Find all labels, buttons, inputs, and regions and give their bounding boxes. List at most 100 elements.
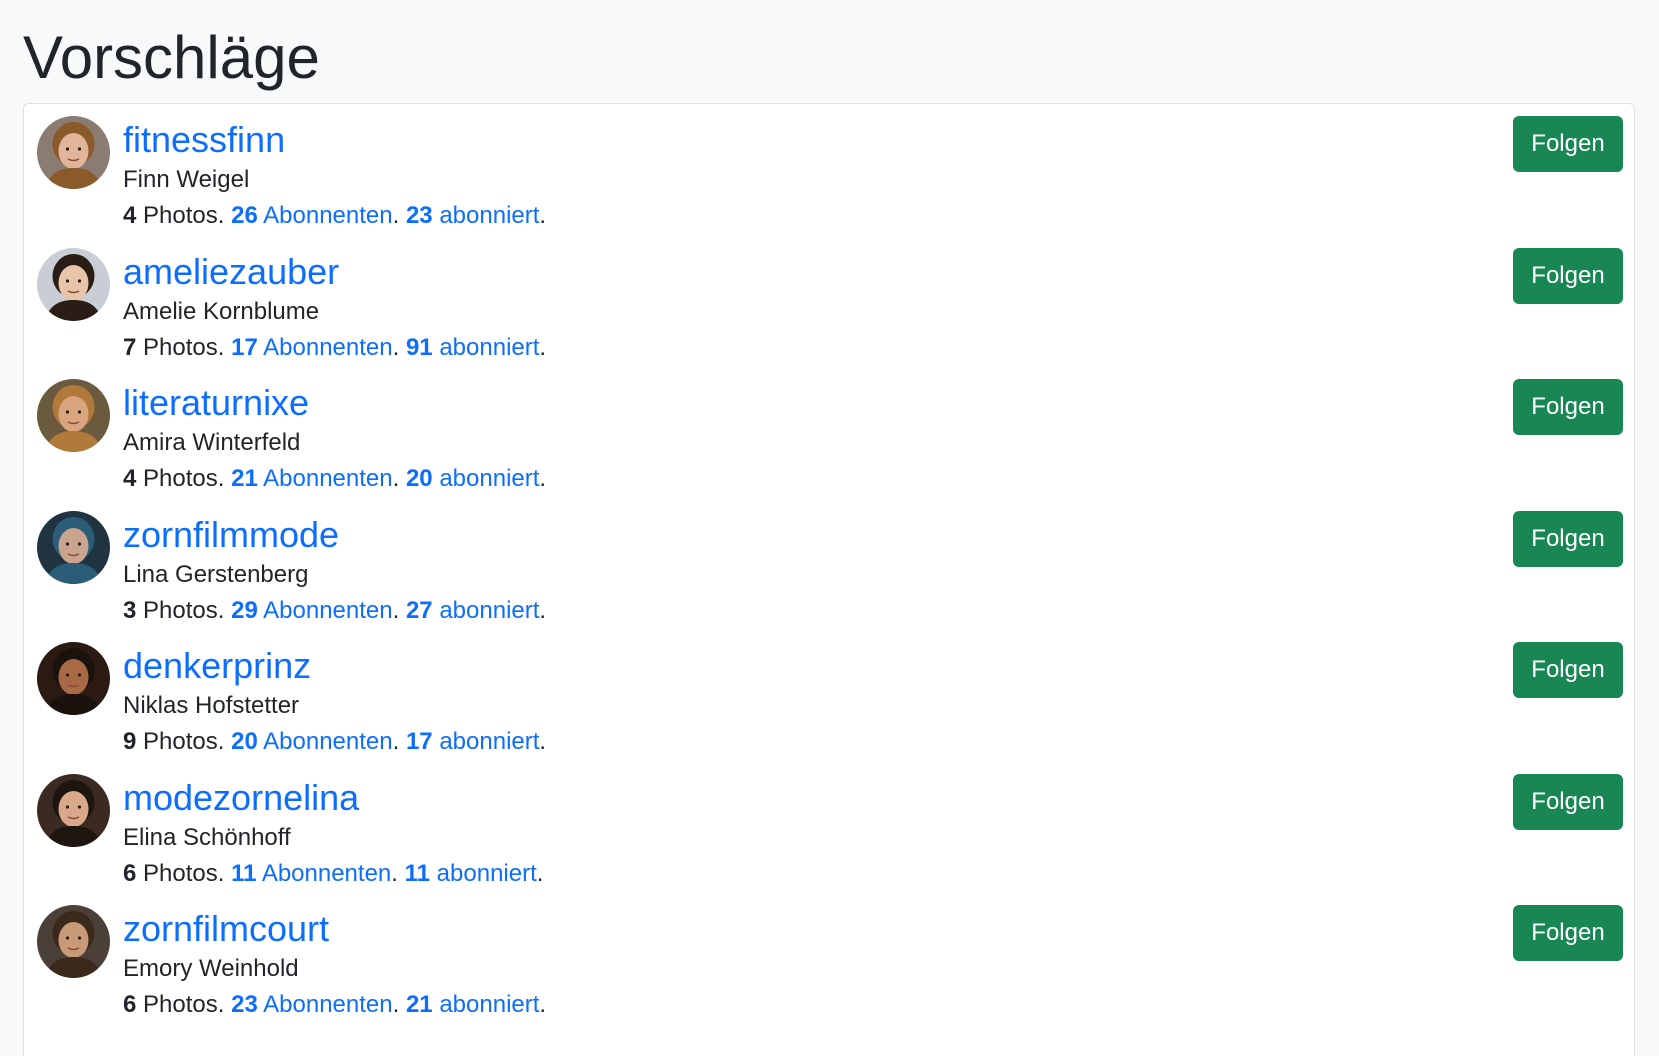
username-link[interactable]: zornfilmmode (123, 513, 339, 557)
username-link[interactable]: zornfilmcourt (123, 907, 329, 951)
separator: . (392, 728, 406, 755)
photo-count: 6 (123, 859, 137, 887)
following-count: 91 (405, 333, 433, 361)
photo-count: 4 (123, 202, 137, 229)
follow-button[interactable]: Folgen (1513, 116, 1623, 172)
username-link[interactable]: ameliezauber (123, 250, 339, 294)
follow-button[interactable]: Folgen (1513, 247, 1623, 304)
avatar[interactable] (37, 379, 110, 452)
username-link[interactable]: modezornelina (123, 776, 359, 820)
stats-end: . (539, 991, 547, 1018)
stats-line: 9 Photos. 20 Abonnenten. 17 abonniert. (123, 726, 546, 758)
followers-count-link[interactable]: 26 Abonnenten (231, 202, 393, 229)
full-name: Elina Schönhoff (123, 823, 291, 851)
avatar-photo-icon (37, 116, 110, 189)
photo-count: 6 (123, 991, 137, 1018)
stats-line: 6 Photos. 23 Abonnenten. 21 abonniert. (123, 989, 546, 1021)
page-title: Vorschläge (23, 24, 320, 91)
list-item: denkerprinz Niklas Hofstetter 9 Photos. … (24, 630, 1634, 769)
avatar-photo-icon (37, 773, 110, 847)
followers-count-link[interactable]: 20 Abonnenten (231, 728, 393, 755)
photos-label: Photos. (136, 859, 232, 887)
stats-line: 7 Photos. 17 Abonnenten. 91 abonniert. (123, 332, 546, 364)
stats-end: . (539, 465, 547, 492)
avatar-photo-icon (37, 379, 110, 452)
followers-count-link[interactable]: 21 Abonnenten (231, 465, 393, 492)
follow-button[interactable]: Folgen (1513, 379, 1623, 435)
following-count: 21 (405, 991, 433, 1018)
list-item: literaturnixe Amira Winterfeld 4 Photos.… (24, 367, 1634, 506)
photos-label: Photos. (136, 202, 232, 229)
stats-end: . (536, 859, 544, 887)
following-label: abonniert (439, 728, 540, 755)
following-count: 20 (405, 465, 433, 492)
suggestion-list: fitnessfinn Finn Weigel 4 Photos. 26 Abo… (23, 103, 1635, 1056)
full-name: Amira Winterfeld (123, 429, 301, 456)
followers-label: Abonnenten (263, 202, 393, 229)
following-count-link[interactable]: 17 abonniert (406, 728, 539, 755)
photos-label: Photos. (136, 728, 232, 755)
following-count-link[interactable]: 11 abonniert (405, 860, 537, 887)
following-count: 23 (405, 202, 433, 229)
avatar-photo-icon (37, 905, 110, 978)
following-count-link[interactable]: 27 abonniert (406, 597, 539, 624)
username-link[interactable]: fitnessfinn (123, 118, 285, 162)
follow-button[interactable]: Folgen (1513, 773, 1623, 830)
followers-label: Abonnenten (263, 728, 393, 755)
following-label: abonniert (439, 596, 540, 624)
following-count: 11 (404, 859, 430, 887)
following-count-link[interactable]: 20 abonniert (406, 465, 539, 492)
page: Vorschläge fitnessfinn Finn Weigel 4 Pho… (0, 0, 1659, 1056)
following-count-link[interactable]: 91 abonniert (406, 334, 539, 361)
following-label: abonniert (439, 465, 540, 492)
stats-line: 3 Photos. 29 Abonnenten. 27 abonniert. (123, 595, 546, 627)
stats-line: 6 Photos. 11 Abonnenten. 11 abonniert. (123, 858, 543, 890)
list-item: fitnessfinn Finn Weigel 4 Photos. 26 Abo… (24, 104, 1634, 243)
photos-label: Photos. (136, 465, 232, 492)
following-label: abonniert (439, 333, 540, 361)
stats-line: 4 Photos. 21 Abonnenten. 20 abonniert. (123, 463, 546, 495)
following-label: abonniert (439, 991, 540, 1018)
follow-button[interactable]: Folgen (1513, 510, 1623, 567)
avatar[interactable] (37, 247, 110, 321)
photo-count: 4 (123, 465, 137, 492)
followers-count: 11 (231, 859, 257, 887)
follow-button[interactable]: Folgen (1513, 905, 1623, 961)
stats-end: . (539, 728, 547, 755)
followers-label: Abonnenten (263, 991, 393, 1018)
stats-end: . (539, 202, 547, 229)
followers-label: Abonnenten (263, 465, 393, 492)
photos-label: Photos. (136, 596, 232, 624)
list-item: zornfilmcourt Emory Weinhold 6 Photos. 2… (24, 893, 1634, 1032)
followers-count-link[interactable]: 29 Abonnenten (231, 597, 393, 624)
following-label: abonniert (436, 859, 537, 887)
full-name: Amelie Kornblume (123, 297, 320, 325)
username-link[interactable]: literaturnixe (123, 381, 309, 425)
avatar[interactable] (37, 510, 110, 584)
stats-line: 4 Photos. 26 Abonnenten. 23 abonniert. (123, 200, 546, 232)
followers-count: 21 (231, 465, 258, 492)
full-name: Emory Weinhold (123, 955, 299, 982)
following-count-link[interactable]: 23 abonniert (406, 202, 539, 229)
avatar-photo-icon (37, 247, 110, 321)
followers-count: 29 (231, 596, 258, 624)
following-count-link[interactable]: 21 abonniert (406, 991, 539, 1018)
photo-count: 7 (123, 333, 137, 361)
avatar[interactable] (37, 116, 110, 189)
followers-count-link[interactable]: 23 Abonnenten (231, 991, 393, 1018)
followers-label: Abonnenten (261, 859, 392, 887)
avatar[interactable] (37, 773, 110, 847)
followers-count-link[interactable]: 17 Abonnenten (231, 334, 393, 361)
separator: . (392, 465, 406, 492)
followers-count: 26 (231, 202, 258, 229)
avatar-photo-icon (37, 642, 110, 715)
followers-label: Abonnenten (263, 333, 393, 361)
avatar[interactable] (37, 642, 110, 715)
username-link[interactable]: denkerprinz (123, 644, 311, 688)
followers-count-link[interactable]: 11 Abonnenten (231, 860, 391, 887)
followers-count: 20 (231, 728, 258, 755)
separator: . (391, 859, 405, 887)
photo-count: 9 (123, 728, 137, 755)
avatar[interactable] (37, 905, 110, 978)
follow-button[interactable]: Folgen (1513, 642, 1623, 698)
